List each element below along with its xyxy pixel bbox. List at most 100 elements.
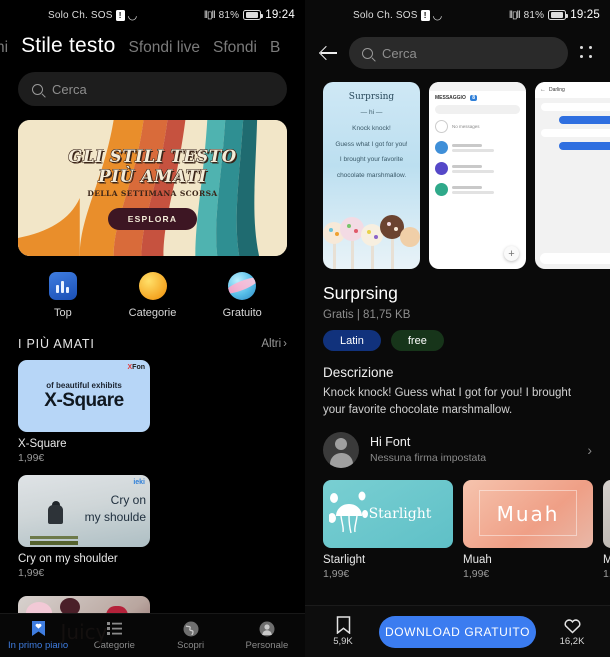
planet-icon	[228, 272, 257, 300]
chevron-right-icon: ›	[587, 441, 592, 458]
nav-label: In primo piano	[8, 640, 69, 651]
decorative-frame	[479, 489, 577, 536]
author-name: Hi Font	[370, 435, 411, 449]
banner-text-group: GLI STILI TESTO PIÙ AMATI DELLA SETTIMAN…	[18, 120, 287, 256]
tag-latin[interactable]: Latin	[323, 330, 381, 351]
like-count: 16,2K	[559, 635, 585, 647]
font-card-x-square[interactable]: XFon of beautiful exhibits X-Square X-Sq…	[18, 360, 150, 464]
nav-item-personale[interactable]: Personale	[229, 620, 305, 651]
preview-title-text: MESSAGGIO	[435, 95, 466, 101]
search-placeholder: Cerca	[382, 45, 417, 61]
related-thumbnail: Muah	[463, 479, 593, 548]
thumb-line-1: Cry on	[110, 493, 146, 507]
avatar-icon	[323, 431, 359, 468]
font-card-cry-on-my-shoulder[interactable]: ieki Cry on my shoulde Cry on my shoulde…	[18, 475, 150, 579]
person-figure-icon	[40, 501, 74, 535]
search-input[interactable]: Cerca	[18, 72, 287, 106]
search-input[interactable]: Cerca	[349, 37, 568, 69]
quick-link-gratuito[interactable]: Gratuito	[197, 272, 287, 319]
section-more-label: Altri	[261, 338, 282, 350]
dual-screenshot-comparison: Solo Ch. SOS ! ◡ ‖▯‖ 81% 19:24 ni Stile …	[0, 0, 610, 657]
bookmark-action[interactable]: 5,9K	[321, 616, 365, 647]
related-card-starlight[interactable]: Starlight Starlight 1,99€	[323, 479, 453, 580]
related-fonts-row[interactable]: Starlight Starlight 1,99€ Muah Muah 1,99…	[323, 479, 610, 580]
author-text-group: Hi Font Nessuna firma impostata	[370, 435, 486, 464]
preview-note-row: No messages	[429, 116, 526, 137]
tab-sfondi[interactable]: Sfondi	[213, 39, 257, 57]
bookmark-heart-icon	[30, 620, 47, 637]
quick-link-top[interactable]: Top	[18, 272, 108, 319]
battery-icon	[243, 10, 264, 20]
tag-free[interactable]: free	[390, 330, 444, 351]
nav-item-scopri[interactable]: Scopri	[153, 620, 229, 651]
banner-explore-button[interactable]: ESPLORA	[107, 207, 198, 230]
thumb-subtitle: of beautiful exhibits	[46, 380, 122, 390]
back-arrow-icon[interactable]	[319, 43, 339, 63]
clock-label: 19:25	[570, 9, 600, 21]
related-thumb-text: Starlight	[368, 505, 432, 522]
description-body: Knock knock! Guess what I got for you! I…	[323, 387, 572, 417]
search-placeholder: Cerca	[52, 81, 87, 97]
related-thumbnail: Starlight	[323, 479, 453, 548]
tab-partial-left[interactable]: ni	[0, 39, 8, 57]
tab-stile-testo[interactable]: Stile testo	[21, 34, 115, 58]
detail-header: Cerca	[305, 30, 610, 76]
preview-contact-row	[429, 179, 526, 200]
add-fab-icon: +	[504, 246, 519, 261]
author-signature: Nessuna firma impostata	[370, 452, 487, 464]
card-price: 1,99€	[18, 567, 45, 579]
status-bar-right: Solo Ch. SOS ! ◡ ‖▯‖ 81% 19:25	[305, 0, 610, 30]
status-right-group: ‖▯‖ 81% 19:24	[204, 9, 295, 21]
chat-bubble-incoming	[541, 129, 610, 137]
preview-search-field	[435, 105, 520, 114]
tab-sfondi-live[interactable]: Sfondi live	[129, 39, 201, 57]
preview-line-4: chocolate marshmallow.	[336, 172, 407, 180]
bookmark-count: 5,9K	[333, 636, 353, 647]
sun-icon	[138, 272, 167, 300]
avatar-icon	[435, 162, 448, 175]
related-name: Muah	[463, 553, 492, 566]
font-detail-meta: Gratis | 81,75 KB	[323, 309, 411, 321]
preview-note: No messages	[452, 124, 480, 129]
related-price: 1,99€	[323, 567, 350, 580]
preview-screenshot-2[interactable]: MESSAGGIO 8 No messages +	[429, 82, 526, 269]
quick-link-gratuito-label: Gratuito	[222, 307, 262, 319]
four-dots-menu-icon[interactable]	[578, 44, 596, 62]
candy-illustration	[323, 215, 420, 269]
category-tabs[interactable]: ni Stile testo Sfondi live Sfondi B	[0, 30, 305, 68]
preview-screenshot-1[interactable]: Surprsing — hi — Knock knock! Guess what…	[323, 82, 420, 269]
preview-carousel[interactable]: Surprsing — hi — Knock knock! Guess what…	[305, 76, 610, 269]
banner-line-1: GLI STILI TESTO	[68, 146, 237, 166]
preview-line-3: I brought your favorite	[339, 156, 404, 164]
related-price: 1,9	[603, 567, 610, 580]
like-action[interactable]: 16,2K	[550, 617, 594, 647]
chat-bubble-outgoing	[559, 116, 610, 124]
section-more-link[interactable]: Altri ›	[261, 338, 287, 350]
carrier-label: Solo Ch. SOS	[353, 9, 418, 21]
jellyfish-illustration	[329, 491, 368, 533]
wifi-icon: ◡	[432, 9, 443, 22]
quick-link-categorie[interactable]: Categorie	[108, 272, 198, 319]
tab-partial-right[interactable]: B	[270, 39, 280, 57]
nav-label: Scopri	[177, 640, 205, 651]
preview-chat-title: Darling	[549, 87, 565, 93]
watermark-label: XFon	[127, 364, 146, 371]
detail-action-bar: 5,9K DOWNLOAD GRATUITO 16,2K	[305, 605, 610, 657]
wifi-icon: ◡	[127, 9, 138, 22]
status-right-group: ‖▯‖ 81% 19:25	[509, 9, 600, 21]
search-icon	[32, 83, 43, 95]
download-button[interactable]: DOWNLOAD GRATUITO	[379, 615, 536, 648]
thumb-line-2: my shoulde	[84, 510, 146, 525]
battery-percent-label: 81%	[218, 9, 240, 21]
bench-shadow-shape	[30, 541, 78, 545]
author-row[interactable]: Hi Font Nessuna firma impostata ›	[323, 431, 592, 468]
thumb-text: Cry on my shoulde	[85, 492, 146, 527]
quick-link-top-label: Top	[53, 307, 72, 319]
related-card-partial[interactable]: Mo 1,9	[603, 479, 610, 580]
preview-screenshot-3[interactable]: ← Darling	[535, 82, 610, 269]
left-phone-screen: Solo Ch. SOS ! ◡ ‖▯‖ 81% 19:24 ni Stile …	[0, 0, 305, 657]
chat-bubble-incoming	[541, 103, 610, 111]
promo-banner[interactable]: GLI STILI TESTO PIÙ AMATI DELLA SETTIMAN…	[18, 120, 287, 256]
related-card-muah[interactable]: Muah Muah 1,99€	[463, 479, 593, 580]
nav-label: Personale	[245, 640, 289, 651]
